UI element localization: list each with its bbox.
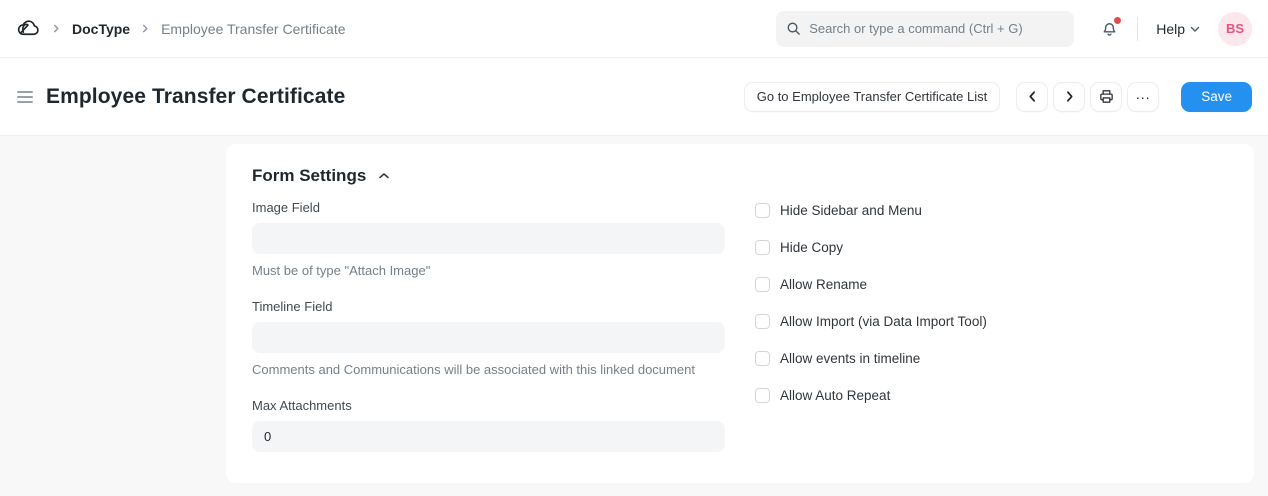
page-header: Employee Transfer Certificate Go to Empl… <box>0 58 1268 136</box>
checkbox-row-allow-import[interactable]: Allow Import (via Data Import Tool) <box>755 314 1228 329</box>
user-avatar[interactable]: BS <box>1218 11 1252 46</box>
timeline-field-label: Timeline Field <box>252 299 333 314</box>
navbar-right: Help BS <box>776 10 1252 47</box>
checkbox-row-hide-copy[interactable]: Hide Copy <box>755 240 1228 255</box>
breadcrumb: DocType Employee Transfer Certificate <box>16 16 346 41</box>
checkbox[interactable] <box>755 388 770 403</box>
avatar-initials: BS <box>1225 21 1245 36</box>
global-search[interactable] <box>776 10 1075 47</box>
checkbox-label: Allow Rename <box>780 277 868 292</box>
breadcrumb-doctype-link[interactable]: DocType <box>72 21 130 37</box>
menu-icon[interactable] <box>17 87 33 107</box>
search-input[interactable] <box>809 21 1065 36</box>
main-content: Form Settings Image Field Must be of typ… <box>0 136 1268 483</box>
timeline-field-input[interactable] <box>252 322 725 353</box>
checkbox-label: Hide Sidebar and Menu <box>780 203 922 218</box>
notification-dot <box>1114 17 1122 24</box>
breadcrumb-current-page: Employee Transfer Certificate <box>161 20 346 37</box>
go-to-list-button[interactable]: Go to Employee Transfer Certificate List <box>743 81 1001 112</box>
save-button[interactable]: Save <box>1181 81 1252 112</box>
max-attachments-label: Max Attachments <box>252 398 352 413</box>
chevron-right-icon <box>52 24 61 33</box>
image-field-group: Image Field Must be of type "Attach Imag… <box>252 200 725 278</box>
ellipsis-icon: ... <box>1135 85 1151 102</box>
navbar-divider <box>1137 16 1139 41</box>
form-settings-right-column: Hide Sidebar and Menu Hide Copy Allow Re… <box>755 200 1228 452</box>
page-title: Employee Transfer Certificate <box>46 84 346 108</box>
checkbox-row-allow-events-in-timeline[interactable]: Allow events in timeline <box>755 351 1228 366</box>
chevron-right-icon <box>141 24 150 33</box>
help-label: Help <box>1156 20 1185 37</box>
max-attachments-input[interactable] <box>252 421 725 452</box>
checkbox-label: Allow events in timeline <box>780 351 921 366</box>
print-button[interactable] <box>1090 81 1123 112</box>
notifications-bell-icon[interactable] <box>1100 17 1122 38</box>
next-document-button[interactable] <box>1053 81 1086 112</box>
help-menu[interactable]: Help <box>1156 21 1200 37</box>
app-logo-cloud-icon[interactable] <box>16 16 41 41</box>
search-icon <box>786 21 801 36</box>
more-options-button[interactable]: ... <box>1127 81 1160 112</box>
checkbox-row-allow-auto-repeat[interactable]: Allow Auto Repeat <box>755 388 1228 403</box>
form-settings-card: Form Settings Image Field Must be of typ… <box>226 144 1254 483</box>
top-navbar: DocType Employee Transfer Certificate He… <box>0 0 1268 58</box>
chevron-up-icon <box>378 170 390 182</box>
checkbox-row-hide-sidebar-and-menu[interactable]: Hide Sidebar and Menu <box>755 203 1228 218</box>
timeline-field-group: Timeline Field Comments and Communicatio… <box>252 299 725 377</box>
page-actions: Go to Employee Transfer Certificate List… <box>743 81 1252 112</box>
timeline-field-help: Comments and Communications will be asso… <box>252 362 695 377</box>
checkbox[interactable] <box>755 203 770 218</box>
form-settings-section-header[interactable]: Form Settings <box>252 166 1228 186</box>
checkbox-row-allow-rename[interactable]: Allow Rename <box>755 277 1228 292</box>
checkbox[interactable] <box>755 314 770 329</box>
chevron-down-icon <box>1190 24 1200 34</box>
previous-document-button[interactable] <box>1016 81 1049 112</box>
printer-icon <box>1099 90 1113 103</box>
chevron-right-icon <box>1066 91 1073 102</box>
checkbox-label: Hide Copy <box>780 240 844 255</box>
checkbox[interactable] <box>755 240 770 255</box>
image-field-input[interactable] <box>252 223 725 254</box>
form-settings-left-column: Image Field Must be of type "Attach Imag… <box>252 200 725 452</box>
section-title: Form Settings <box>252 166 367 185</box>
checkbox-label: Allow Auto Repeat <box>780 388 891 403</box>
checkbox[interactable] <box>755 277 770 292</box>
checkbox[interactable] <box>755 351 770 366</box>
chevron-left-icon <box>1029 91 1035 102</box>
image-field-help: Must be of type "Attach Image" <box>252 263 431 278</box>
max-attachments-group: Max Attachments <box>252 398 725 452</box>
checkbox-label: Allow Import (via Data Import Tool) <box>780 314 987 329</box>
image-field-label: Image Field <box>252 200 320 215</box>
